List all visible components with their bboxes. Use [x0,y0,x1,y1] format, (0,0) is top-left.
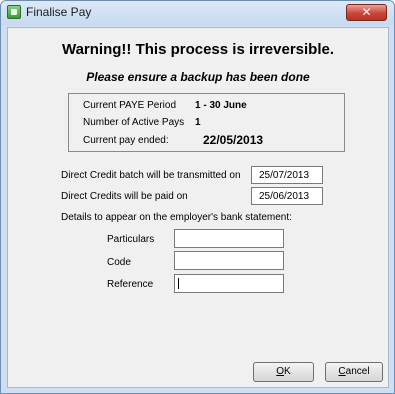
reference-label: Reference [107,279,154,290]
title-bar[interactable]: Finalise Pay ✕ [1,1,394,25]
close-icon: ✕ [361,5,372,19]
pay-ended-value: 22/05/2013 [203,133,264,147]
transmit-date-label: Direct Credit batch will be transmitted … [61,170,241,181]
dialog-body: Warning!! This process is irreversible. … [7,27,389,388]
particulars-input[interactable] [174,229,284,248]
reference-input[interactable] [174,274,284,293]
period-label: Current PAYE Period [83,100,177,111]
warning-heading: Warning!! This process is irreversible. [61,41,335,58]
close-button[interactable]: ✕ [346,4,387,21]
backup-notice: Please ensure a backup has been done [86,70,310,84]
period-value: 1 - 30 June [195,100,247,111]
ok-label-rest: K [284,366,291,377]
ok-button[interactable]: OK [253,362,314,382]
cancel-button[interactable]: Cancel [325,362,383,382]
window-title: Finalise Pay [26,5,92,19]
pay-ended-label: Current pay ended: [83,135,169,146]
pay-info-box: Current PAYE Period 1 - 30 June Number o… [68,93,345,152]
transmit-date-field[interactable]: 25/07/2013 [251,166,323,184]
paid-date-field[interactable]: 25/06/2013 [251,187,323,205]
cancel-label-rest: ancel [345,366,370,377]
ok-mnemonic: O [276,366,285,377]
particulars-label: Particulars [107,234,155,245]
paid-date-label: Direct Credits will be paid on [61,191,188,202]
active-pays-label: Number of Active Pays [83,117,185,128]
app-icon [7,5,21,19]
code-label: Code [107,257,131,268]
text-cursor [178,278,179,289]
code-input[interactable] [174,251,284,270]
bank-statement-label: Details to appear on the employer's bank… [61,212,292,223]
active-pays-value: 1 [195,117,201,128]
cancel-mnemonic: C [338,366,346,377]
finalise-pay-window: Finalise Pay ✕ Warning!! This process is… [0,0,395,394]
